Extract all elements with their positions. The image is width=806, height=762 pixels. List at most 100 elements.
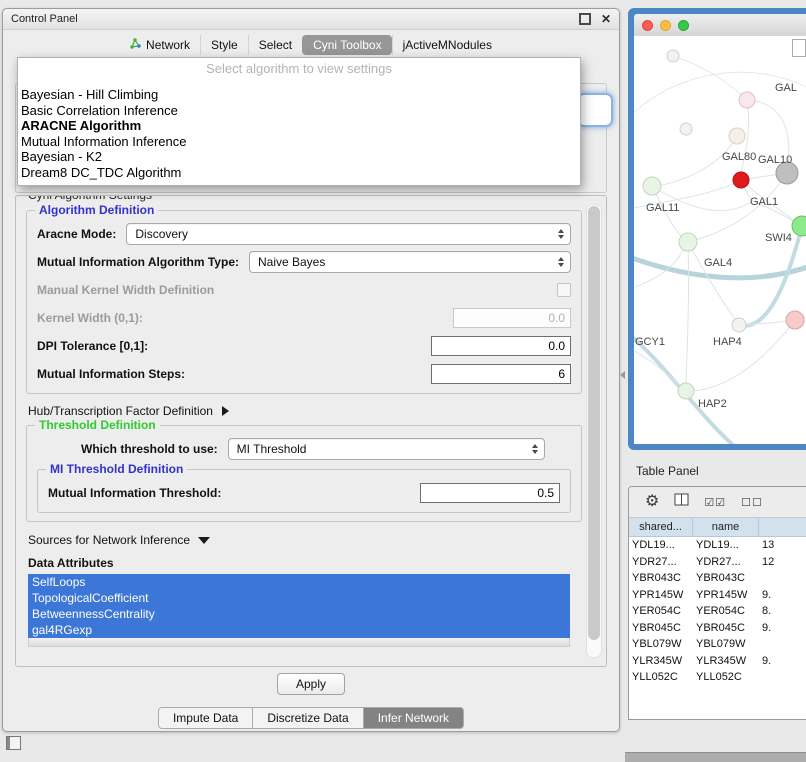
table-cell: YBR045C	[629, 622, 693, 634]
float-window-icon[interactable]	[579, 13, 591, 25]
network-window-titlebar	[634, 14, 806, 36]
network-edge	[673, 56, 747, 100]
algorithm-option-basic-correlation-inference[interactable]: Basic Correlation Inference	[18, 103, 580, 119]
network-node[interactable]	[678, 383, 694, 399]
hub-definition-expander[interactable]: Hub/Transcription Factor Definition	[28, 403, 582, 419]
table-row[interactable]: YBL079WYBL079W	[629, 636, 806, 653]
network-node[interactable]	[667, 50, 679, 62]
algorithm-option-dream8-dc-tdc-algorithm[interactable]: Dream8 DC_TDC Algorithm	[18, 165, 580, 181]
columns-icon[interactable]	[674, 493, 689, 511]
mi-steps-input[interactable]: 6	[431, 364, 571, 384]
table-row[interactable]: YLR345WYLR345W9.	[629, 653, 806, 670]
network-scrollbar[interactable]	[792, 39, 806, 57]
network-edge	[634, 72, 806, 120]
attribute-item-topologicalcoefficient[interactable]: TopologicalCoefficient	[28, 590, 570, 606]
mi-threshold-input[interactable]: 0.5	[420, 483, 560, 503]
tab-jactivemnodules[interactable]: jActiveMNodules	[392, 35, 502, 55]
collapsed-panel-icon[interactable]	[6, 736, 21, 750]
network-node[interactable]	[679, 233, 697, 251]
attribute-item-betweennesscentrality[interactable]: BetweennessCentrality	[28, 606, 570, 622]
control-panel-tabbar: NetworkStyleSelectCyni ToolboxjActiveMNo…	[3, 32, 619, 58]
mi-threshold-group: MI Threshold Definition Mutual Informati…	[37, 469, 571, 513]
algorithm-definition-group: Algorithm Definition Aracne Mode: Discov…	[26, 210, 582, 394]
bottom-tab-impute-data[interactable]: Impute Data	[158, 707, 253, 729]
dpi-tolerance-label: DPI Tolerance [0,1]:	[37, 339, 148, 353]
node-label-gal11: GAL11	[646, 202, 679, 214]
table-cell: YLR345W	[693, 655, 759, 667]
network-canvas[interactable]: GALGAL80GAL10GAL11GAL1SWI4GAL4GCY1HAP4HA…	[634, 36, 806, 444]
table-row[interactable]: YDR27...YDR27...12	[629, 554, 806, 571]
dropdown-items: Bayesian - Hill ClimbingBasic Correlatio…	[18, 87, 580, 180]
mi-steps-row: Mutual Information Steps: 6	[37, 363, 571, 385]
table-cell: 12	[759, 556, 806, 568]
attribute-item-selfloops[interactable]: SelfLoops	[28, 574, 570, 590]
close-icon[interactable]: ✕	[601, 14, 611, 24]
kernel-width-input[interactable]: 0.0	[453, 308, 571, 328]
network-node[interactable]	[792, 216, 806, 236]
mi-threshold-group-title: MI Threshold Definition	[46, 462, 187, 476]
network-node[interactable]	[732, 318, 746, 332]
focused-field-partial[interactable]	[577, 93, 613, 127]
which-threshold-value: MI Threshold	[237, 442, 530, 456]
scrollbar-thumb[interactable]	[588, 206, 600, 640]
table-header: shared...name	[629, 518, 806, 537]
network-node[interactable]	[729, 128, 745, 144]
aracne-mode-label: Aracne Mode:	[37, 227, 116, 241]
table-row[interactable]: YLL052CYLL052C	[629, 669, 806, 686]
table-window-bottom-edge	[625, 752, 806, 762]
which-threshold-select[interactable]: MI Threshold	[228, 438, 545, 460]
close-traffic-light-icon[interactable]	[642, 20, 653, 31]
column-header-shared[interactable]: shared...	[629, 518, 693, 536]
algorithm-definition-title: Algorithm Definition	[35, 203, 158, 217]
table-row[interactable]: YDL19...YDL19...13	[629, 537, 806, 554]
bottom-tab-discretize-data[interactable]: Discretize Data	[253, 707, 363, 729]
table-row[interactable]: YER054CYER054C8.	[629, 603, 806, 620]
table-row[interactable]: YBR043CYBR043C	[629, 570, 806, 587]
apply-button[interactable]: Apply	[277, 673, 345, 695]
dpi-tolerance-row: DPI Tolerance [0,1]: 0.0	[37, 335, 571, 357]
zoom-traffic-light-icon[interactable]	[678, 20, 689, 31]
column-header-name[interactable]: name	[693, 518, 759, 536]
sources-label: Sources for Network Inference	[28, 533, 190, 547]
aracne-mode-select[interactable]: Discovery	[126, 223, 571, 245]
network-edge	[652, 186, 688, 242]
gear-icon[interactable]: ⚙	[645, 494, 659, 510]
table-cell: YDR27...	[693, 556, 759, 568]
table-row[interactable]: YPR145WYPR145W9.	[629, 587, 806, 604]
tab-style[interactable]: Style	[200, 35, 248, 55]
tab-cyni-toolbox[interactable]: Cyni Toolbox	[302, 35, 391, 55]
node-label-hap4: HAP4	[713, 336, 742, 348]
splitpane-collapse-icon[interactable]	[620, 371, 625, 379]
table-cell: YPR145W	[629, 589, 693, 601]
network-node[interactable]	[786, 311, 804, 329]
network-node[interactable]	[680, 123, 692, 135]
unchecked-pair-icon[interactable]: ☐☐	[741, 496, 763, 509]
table-cell: 8.	[759, 605, 806, 617]
minimize-traffic-light-icon[interactable]	[660, 20, 671, 31]
tab-network[interactable]: Network	[120, 35, 200, 55]
table-panel-window: ⚙☑☑☐☐ shared...name YDL19...YDL19...13YD…	[628, 486, 806, 720]
dpi-tolerance-input[interactable]: 0.0	[431, 336, 571, 356]
network-node[interactable]	[643, 177, 661, 195]
attribute-item-gal4rgexp[interactable]: gal4RGexp	[28, 622, 570, 638]
checked-pair-icon[interactable]: ☑☑	[704, 496, 726, 509]
tab-select[interactable]: Select	[248, 35, 302, 55]
network-node[interactable]	[733, 172, 749, 188]
horizontal-scrollbar[interactable]	[28, 638, 570, 647]
algorithm-option-aracne-algorithm[interactable]: ARACNE Algorithm	[18, 118, 580, 134]
manual-kernel-width-checkbox[interactable]	[557, 283, 571, 297]
mi-algorithm-type-select[interactable]: Naive Bayes	[249, 251, 571, 273]
sources-expander[interactable]: Sources for Network Inference	[28, 532, 582, 548]
bottom-tab-infer-network[interactable]: Infer Network	[364, 707, 464, 729]
network-node[interactable]	[739, 92, 755, 108]
column-header-2[interactable]	[759, 518, 806, 536]
kernel-width-value: 0.0	[548, 311, 565, 325]
algorithm-option-bayesian-hill-climbing[interactable]: Bayesian - Hill Climbing	[18, 87, 580, 103]
algorithm-option-bayesian-k2[interactable]: Bayesian - K2	[18, 149, 580, 165]
algorithm-dropdown-list: Select algorithm to view settings Bayesi…	[17, 57, 581, 186]
table-row[interactable]: YBR045CYBR045C9.	[629, 620, 806, 637]
algorithm-option-mutual-information-inference[interactable]: Mutual Information Inference	[18, 134, 580, 150]
table-cell: YER054C	[693, 605, 759, 617]
table-cell: YBL079W	[693, 638, 759, 650]
vertical-scrollbar[interactable]	[586, 204, 602, 658]
